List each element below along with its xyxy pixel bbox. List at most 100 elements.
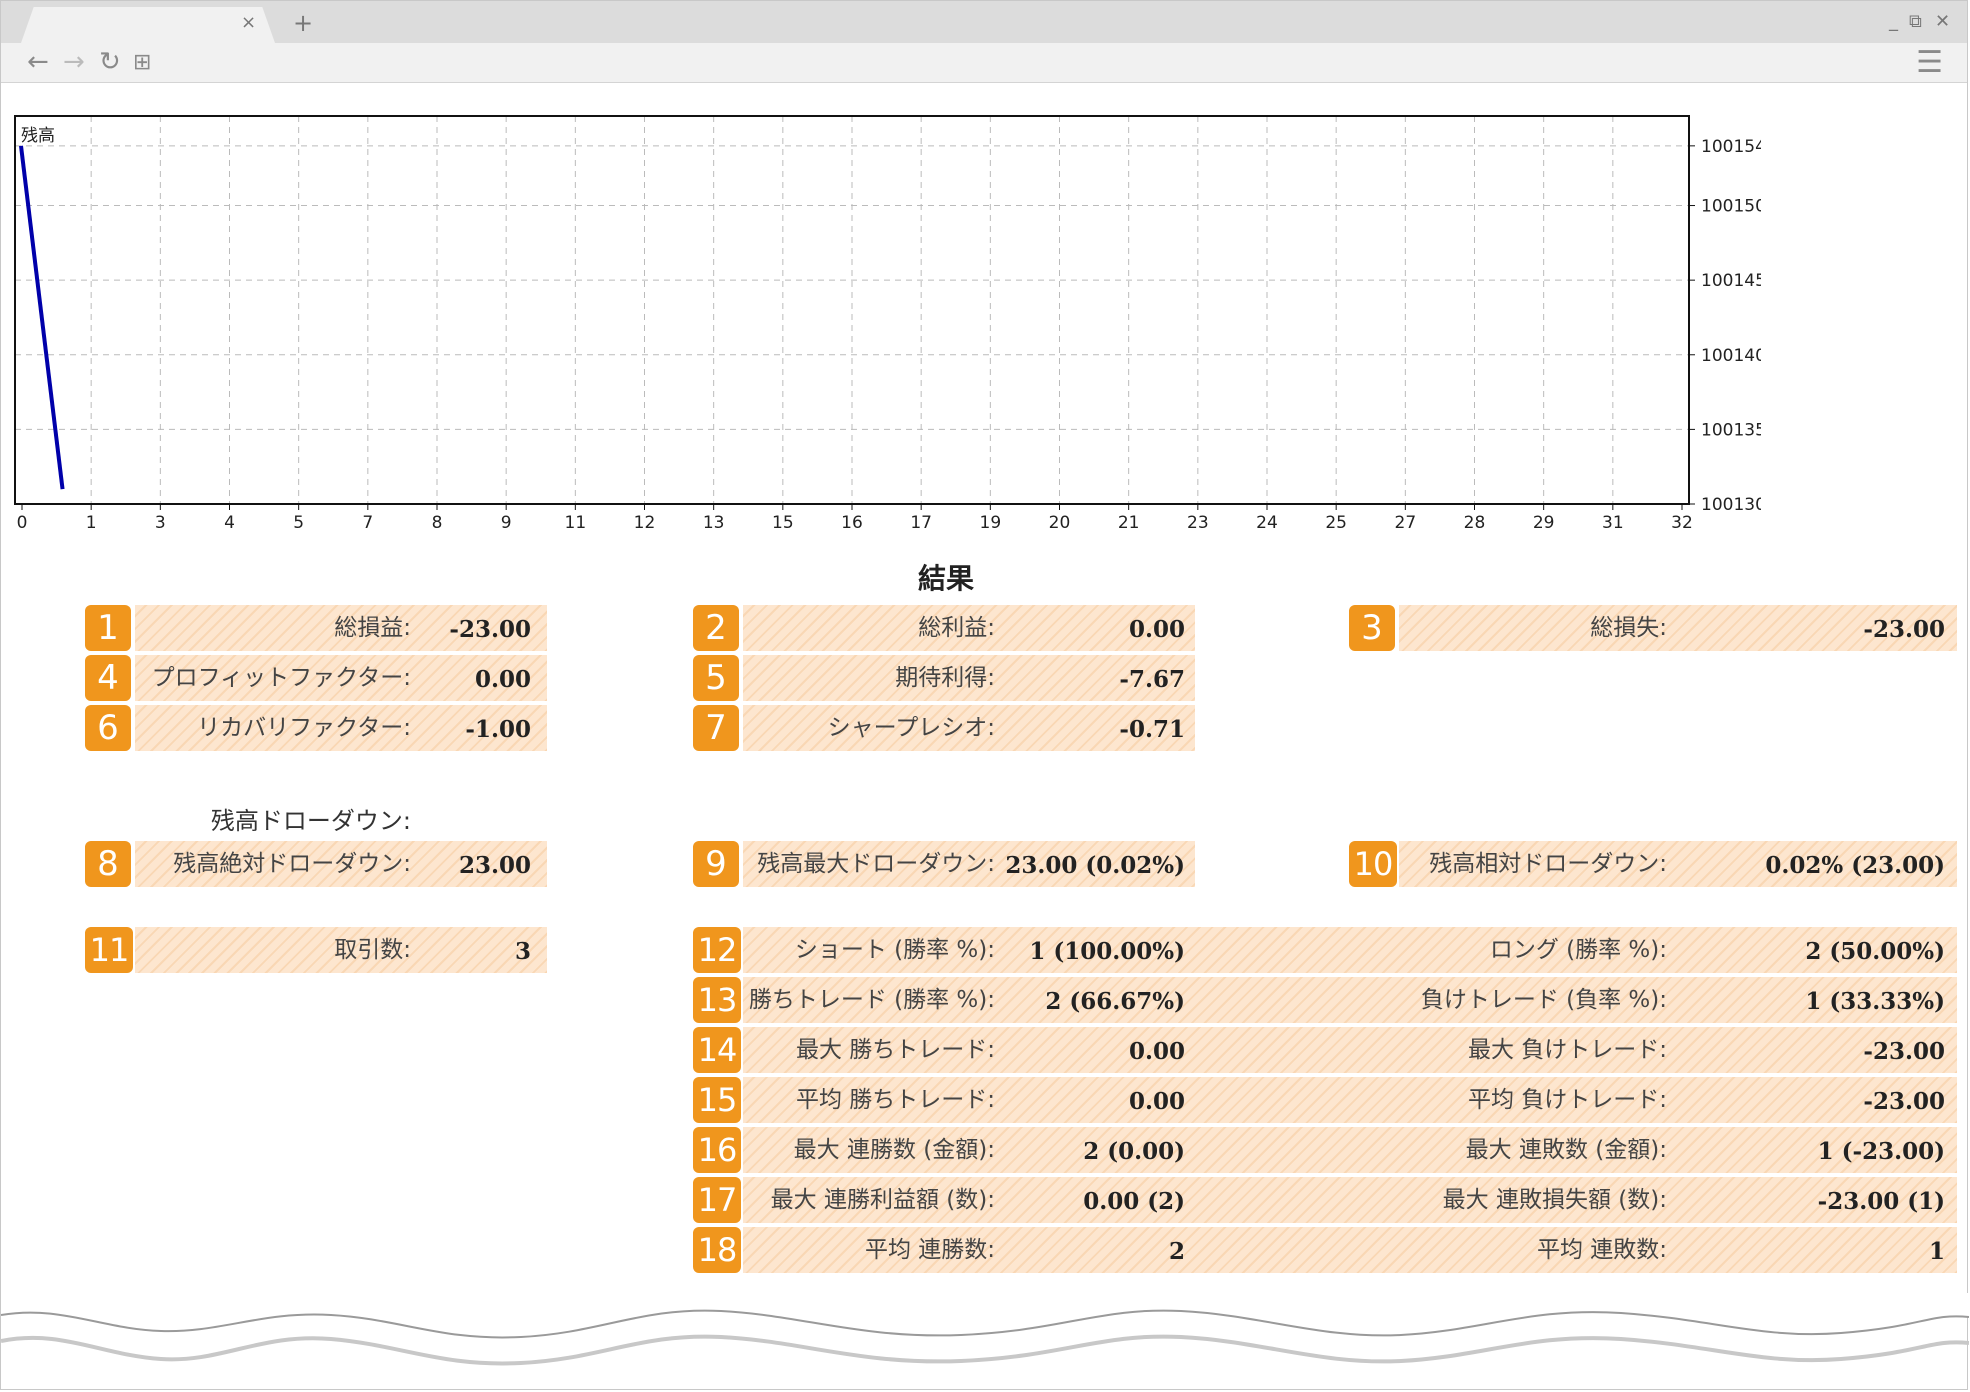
result-label-secondary: 負けトレード (負率 %):	[1420, 987, 1667, 1013]
item-number-badge: 16	[693, 1127, 741, 1173]
y-tick-label: 100135	[1701, 420, 1761, 440]
y-tick-label: 100154	[1701, 137, 1761, 157]
chart-title: 残高	[21, 126, 55, 146]
result-label: 総損失:	[1590, 615, 1667, 641]
result-value-secondary: -23.00	[1863, 1088, 1945, 1115]
result-value: 0.00 (2)	[1083, 1188, 1185, 1215]
y-tick-label: 100150	[1701, 197, 1761, 217]
x-tick-label: 5	[293, 513, 304, 533]
chart-series	[19, 145, 65, 490]
result-value: 1 (100.00%)	[1029, 938, 1185, 965]
back-icon[interactable]: ←	[27, 47, 49, 77]
result-value: -1.00	[465, 716, 531, 743]
result-value: 0.00	[1128, 1038, 1185, 1065]
result-label: プロフィットファクター:	[151, 665, 411, 691]
result-label: 平均 勝ちトレード:	[795, 1087, 995, 1113]
result-label: 最大 連勝数 (金額):	[793, 1137, 995, 1163]
item-number-badge: 1	[85, 605, 131, 651]
forward-icon[interactable]: →	[63, 47, 85, 77]
result-value-secondary: 1	[1928, 1238, 1945, 1265]
drawdown-heading: 残高ドローダウン:	[210, 807, 411, 835]
item-number-badge: 13	[693, 977, 741, 1023]
result-label: 勝ちトレード (勝率 %):	[748, 987, 995, 1013]
result-label-secondary: 平均 連敗数:	[1536, 1237, 1667, 1263]
balance-line	[19, 145, 65, 490]
x-tick-label: 11	[565, 513, 587, 533]
item-number-badge: 3	[1349, 605, 1395, 651]
result-label: 残高最大ドローダウン:	[757, 851, 995, 877]
restore-icon[interactable]: ⧉	[1909, 11, 1922, 32]
x-tick-label: 29	[1533, 513, 1555, 533]
x-tick-label: 21	[1118, 513, 1140, 533]
result-value-secondary: 1 (33.33%)	[1805, 988, 1945, 1015]
item-number-badge: 2	[693, 605, 739, 651]
item-number-badge: 10	[1349, 841, 1397, 887]
x-tick-label: 4	[224, 513, 235, 533]
y-axis: 100154 100150 100145 100140 100135 100130	[1689, 137, 1761, 515]
x-tick-label: 16	[841, 513, 863, 533]
x-tick-label: 31	[1602, 513, 1624, 533]
x-tick-label: 8	[432, 513, 443, 533]
result-value: -23.00	[449, 616, 531, 643]
result-value-secondary: -23.00 (1)	[1817, 1188, 1945, 1215]
y-tick-label: 100145	[1701, 271, 1761, 291]
result-label: 総利益:	[918, 615, 995, 641]
minimize-icon[interactable]: _	[1889, 11, 1898, 32]
x-tick-label: 0	[17, 513, 28, 533]
y-tick-label: 100140	[1701, 346, 1761, 366]
x-tick-label: 24	[1256, 513, 1278, 533]
result-label: 総損益:	[334, 615, 411, 641]
result-label-secondary: 最大 連敗損失額 (数):	[1442, 1187, 1667, 1213]
result-value: 0.00	[1128, 616, 1185, 643]
x-tick-label: 32	[1671, 513, 1693, 533]
x-tick-label: 20	[1049, 513, 1071, 533]
y-tick-label: 100130	[1701, 495, 1761, 515]
torn-edge	[1, 1293, 1969, 1366]
menu-icon[interactable]: ☰	[1916, 45, 1943, 80]
result-label: 取引数:	[334, 937, 411, 963]
x-tick-label: 12	[634, 513, 656, 533]
item-number-badge: 14	[693, 1027, 741, 1073]
x-tick-label: 7	[362, 513, 373, 533]
x-tick-label: 13	[703, 513, 725, 533]
x-tick-label: 15	[772, 513, 794, 533]
x-tick-label: 19	[980, 513, 1002, 533]
item-number-badge: 8	[85, 841, 131, 887]
item-number-badge: 6	[85, 705, 131, 751]
reload-icon[interactable]: ↻	[99, 47, 121, 77]
result-label: 平均 連勝数:	[864, 1237, 995, 1263]
tab-close-icon[interactable]: ×	[241, 12, 256, 33]
browser-toolbar: ← → ↻ ⊞ ☰	[1, 43, 1967, 83]
item-number-badge: 7	[693, 705, 739, 751]
result-value: -23.00	[1863, 616, 1945, 643]
result-value: 23.00	[458, 852, 531, 879]
window-close-icon[interactable]: ✕	[1935, 11, 1950, 32]
result-value: 0.02% (23.00)	[1765, 852, 1945, 879]
item-number-badge: 15	[693, 1077, 741, 1123]
result-value: 2 (0.00)	[1083, 1138, 1185, 1165]
x-tick-label: 23	[1187, 513, 1209, 533]
new-tab-icon[interactable]: +	[293, 9, 313, 37]
result-label-secondary: 平均 負けトレード:	[1467, 1087, 1667, 1113]
result-value: 3	[514, 938, 531, 965]
item-number-badge: 18	[693, 1227, 741, 1273]
item-number-badge: 11	[85, 927, 133, 973]
result-label-secondary: ロング (勝率 %):	[1489, 937, 1667, 963]
result-label: シャープレシオ:	[827, 715, 995, 741]
chart-grid	[15, 116, 1689, 505]
result-value: -0.71	[1119, 716, 1185, 743]
browser-window: × + _ ⧉ ✕ ← → ↻ ⊞ ☰ 残高 100154 100150 10014…	[0, 0, 1969, 1390]
item-number-badge: 12	[693, 927, 741, 973]
result-value: 2 (66.67%)	[1045, 988, 1185, 1015]
balance-chart: 残高 100154100150100145100140100135100130 …	[14, 115, 1761, 533]
result-value: 2	[1168, 1238, 1185, 1265]
x-tick-label: 9	[501, 513, 512, 533]
result-value: 0.00	[1128, 1088, 1185, 1115]
x-tick-label: 28	[1464, 513, 1486, 533]
result-label-secondary: 最大 負けトレード:	[1467, 1037, 1667, 1063]
x-tick-label: 3	[155, 513, 166, 533]
item-number-badge: 9	[693, 841, 739, 887]
result-value-secondary: 1 (-23.00)	[1817, 1138, 1945, 1165]
browser-tab[interactable]	[21, 7, 275, 43]
apps-icon[interactable]: ⊞	[133, 50, 151, 75]
